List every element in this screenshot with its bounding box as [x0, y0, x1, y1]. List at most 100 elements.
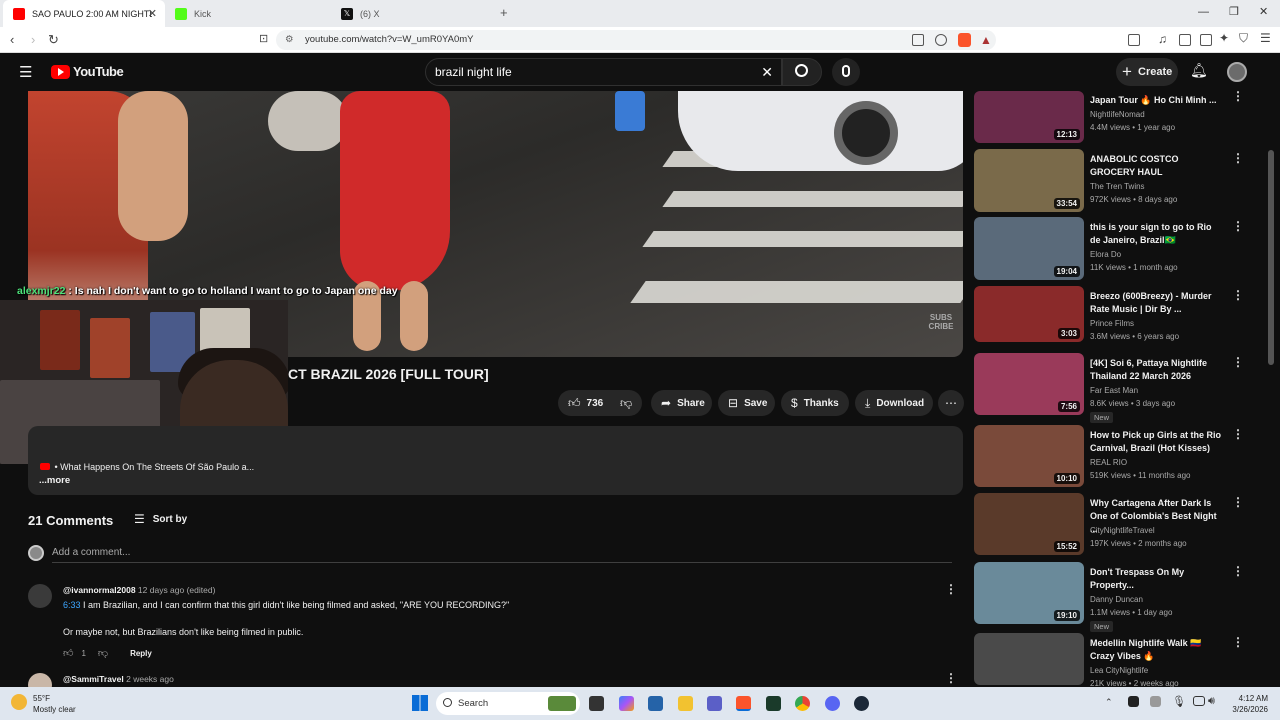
- forward-icon[interactable]: ›: [31, 32, 35, 47]
- video-title[interactable]: Don't Trespass On My Property...: [1090, 566, 1222, 592]
- sort-by-button[interactable]: ☰ Sort by: [134, 512, 187, 526]
- share-page-icon[interactable]: [935, 34, 947, 46]
- windows-start-icon[interactable]: [412, 695, 428, 711]
- back-icon[interactable]: ‹: [10, 32, 14, 47]
- new-tab-icon[interactable]: +: [500, 5, 508, 20]
- channel-name[interactable]: The Tren Twins: [1090, 182, 1145, 191]
- reply-button[interactable]: Reply: [130, 649, 152, 658]
- video-thumbnail[interactable]: 19:04: [974, 217, 1084, 280]
- video-title[interactable]: ANABOLIC COSTCO GROCERY HAUL: [1090, 153, 1222, 179]
- video-menu-icon[interactable]: ⋮: [1232, 564, 1244, 578]
- taskbar-search[interactable]: Search: [436, 692, 580, 715]
- recommended-video[interactable]: 10:10 How to Pick up Girls at the Rio Car…: [974, 425, 1264, 487]
- steam-icon[interactable]: [854, 696, 869, 711]
- brave-browser-icon[interactable]: [736, 696, 751, 711]
- hamburger-menu-icon[interactable]: ☰: [19, 63, 32, 81]
- video-menu-icon[interactable]: ⋮: [1232, 151, 1244, 165]
- description-box[interactable]: [28, 426, 963, 495]
- weather-widget[interactable]: 55°F Mostly clear: [33, 693, 76, 715]
- discord-icon[interactable]: [825, 696, 840, 711]
- channel-name[interactable]: Far East Man: [1090, 386, 1138, 395]
- video-menu-icon[interactable]: ⋮: [1232, 495, 1244, 509]
- create-button[interactable]: + Create: [1116, 58, 1178, 86]
- minimize-icon[interactable]: —: [1198, 6, 1209, 18]
- url-field[interactable]: ⚙ youtube.com/watch?v=W_umR0YA0mY: [276, 30, 996, 50]
- video-menu-icon[interactable]: ⋮: [1232, 635, 1244, 649]
- channel-name[interactable]: Prince Films: [1090, 319, 1134, 328]
- restore-icon[interactable]: ❐: [1229, 5, 1239, 18]
- sidebar-scrollbar[interactable]: [1268, 150, 1274, 365]
- copilot-icon[interactable]: [619, 696, 634, 711]
- recommended-video[interactable]: 15:52 Why Cartagena After Dark Is One of …: [974, 493, 1264, 555]
- add-comment-input[interactable]: Add a comment...: [52, 547, 130, 558]
- recommended-video[interactable]: 19:04 this is your sign to go to Rio de J…: [974, 217, 1264, 280]
- tab-x[interactable]: 𝕏 (6) X: [331, 0, 497, 27]
- menu-icon[interactable]: ☰: [1260, 31, 1271, 45]
- channel-name[interactable]: Elora Do: [1090, 250, 1121, 259]
- download-button[interactable]: ⤓ Download: [855, 390, 933, 416]
- tab-kick[interactable]: Kick: [165, 0, 331, 27]
- system-clock[interactable]: 4:12 AM 3/26/2026: [1222, 693, 1268, 715]
- recommended-video[interactable]: 33:54 ANABOLIC COSTCO GROCERY HAUL The Tre…: [974, 149, 1264, 212]
- comment-dislike-icon[interactable]: 👎︎: [98, 647, 108, 659]
- video-thumbnail[interactable]: 10:10: [974, 425, 1084, 487]
- recommended-video[interactable]: 12:13 Japan Tour 🔥 Ho Chi Minh ... Nightli…: [974, 89, 1264, 143]
- video-menu-icon[interactable]: ⋮: [1232, 219, 1244, 233]
- site-info-icon[interactable]: ⚙: [285, 30, 294, 50]
- recommended-video[interactable]: Medellin Nightlife Walk 🇨🇴 Crazy Vibes 🔥…: [974, 633, 1264, 688]
- comment-like-icon[interactable]: 👍︎: [63, 647, 73, 659]
- video-title[interactable]: [4K] Soi 6, Pattaya Nightlife Thailand 2…: [1090, 357, 1222, 383]
- video-title[interactable]: Medellin Nightlife Walk 🇨🇴 Crazy Vibes 🔥: [1090, 637, 1222, 663]
- like-button[interactable]: 👍︎ 736: [558, 390, 612, 416]
- more-actions-button[interactable]: ⋯: [938, 390, 964, 416]
- comment-menu-icon[interactable]: ⋮: [945, 582, 957, 596]
- leo-ai-icon[interactable]: ✦: [1219, 31, 1229, 45]
- app-icon[interactable]: [766, 696, 781, 711]
- reload-icon[interactable]: ↻: [48, 32, 59, 48]
- cast-icon[interactable]: [912, 34, 924, 46]
- share-button[interactable]: ➦ Share: [651, 390, 712, 416]
- bookmark-icon[interactable]: ⊡: [259, 32, 268, 45]
- network-icon[interactable]: [1193, 696, 1205, 706]
- video-thumbnail[interactable]: 19:10: [974, 562, 1084, 624]
- video-thumbnail[interactable]: 12:13: [974, 91, 1084, 143]
- teams-icon[interactable]: [707, 696, 722, 711]
- video-menu-icon[interactable]: ⋮: [1232, 355, 1244, 369]
- wallet-icon[interactable]: [1200, 34, 1212, 46]
- comment-menu-icon[interactable]: ⋮: [945, 671, 957, 685]
- video-thumbnail[interactable]: 3:03: [974, 286, 1084, 342]
- rewards-icon[interactable]: ▲: [980, 33, 992, 47]
- video-menu-icon[interactable]: ⋮: [1232, 427, 1244, 441]
- search-button[interactable]: [782, 58, 822, 86]
- show-more-link[interactable]: ...more: [39, 475, 70, 486]
- close-window-icon[interactable]: ✕: [1259, 5, 1268, 18]
- vpn-shield-icon[interactable]: ⛉: [1239, 31, 1248, 46]
- channel-name[interactable]: Lea CityNightlife: [1090, 666, 1148, 675]
- chrome-icon[interactable]: [795, 696, 810, 711]
- video-thumbnail[interactable]: 33:54: [974, 149, 1084, 212]
- video-title[interactable]: Breezo (600Breezy) - Murder Rate Music |…: [1090, 290, 1222, 316]
- video-title[interactable]: this is your sign to go to Rio de Janeir…: [1090, 221, 1222, 247]
- channel-name[interactable]: Danny Duncan: [1090, 595, 1143, 604]
- video-menu-icon[interactable]: ⋮: [1232, 288, 1244, 302]
- comment-author[interactable]: @ivannormal2008 12 days ago (edited): [63, 585, 215, 595]
- video-thumbnail[interactable]: [974, 633, 1084, 685]
- file-explorer-icon[interactable]: [678, 696, 693, 711]
- thanks-button[interactable]: $ Thanks: [781, 390, 849, 416]
- save-button[interactable]: ⊟ Save: [718, 390, 775, 416]
- task-view-icon[interactable]: [589, 696, 604, 711]
- extensions-icon[interactable]: [1128, 34, 1140, 46]
- tab-youtube[interactable]: SAO PAULO 2:00 AM NIGHTL ✕: [3, 0, 165, 27]
- video-thumbnail[interactable]: 15:52: [974, 493, 1084, 555]
- timestamp-link[interactable]: 6:33: [63, 600, 81, 610]
- video-title[interactable]: Japan Tour 🔥 Ho Chi Minh ...: [1090, 94, 1222, 107]
- channel-name[interactable]: REAL RIO: [1090, 458, 1127, 467]
- recommended-video[interactable]: 3:03 Breezo (600Breezy) - Murder Rate Mus…: [974, 286, 1264, 342]
- clear-search-icon[interactable]: ✕: [761, 59, 773, 85]
- weather-moon-icon[interactable]: [11, 694, 27, 710]
- video-menu-icon[interactable]: ⋮: [1232, 89, 1244, 103]
- account-avatar[interactable]: [1227, 62, 1247, 82]
- notifications-bell-icon[interactable]: 🔔︎: [1190, 62, 1208, 79]
- dislike-button[interactable]: 👎︎: [612, 390, 642, 416]
- microphone-tray-icon[interactable]: 🎙︎: [1172, 695, 1186, 708]
